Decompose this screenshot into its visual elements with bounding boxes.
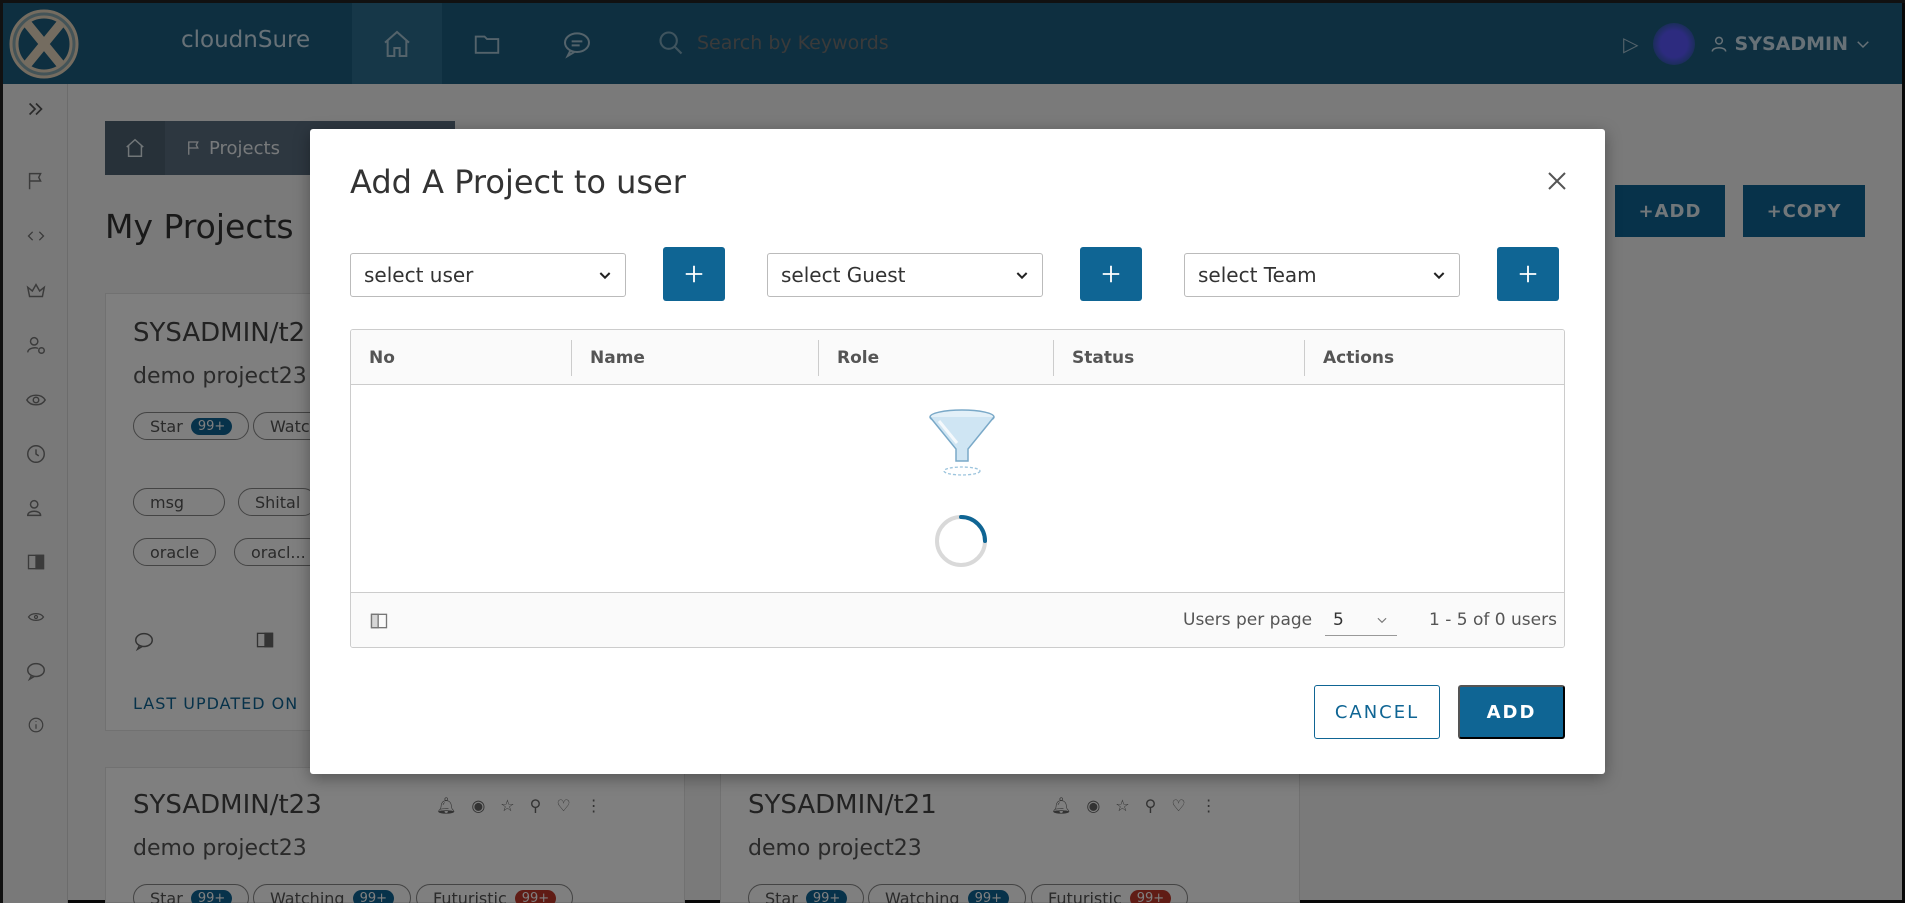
users-per-page-label: Users per page — [1183, 610, 1313, 630]
grid-body-empty — [351, 385, 1564, 593]
column-status[interactable]: Status — [1054, 330, 1304, 385]
grid-footer: Users per page 5 1 - 5 of 0 users — [351, 592, 1564, 647]
column-toggle-icon[interactable] — [369, 611, 389, 631]
pagination-info: 1 - 5 of 0 users — [1429, 610, 1557, 630]
add-button[interactable]: ADD — [1458, 685, 1565, 739]
select-team-value: select Team — [1198, 263, 1317, 287]
add-guest-button[interactable] — [1080, 247, 1142, 301]
add-project-modal: Add A Project to user select user select… — [310, 129, 1605, 774]
column-no[interactable]: No — [351, 330, 571, 385]
users-datagrid: No Name Role Status Actions Users per pa… — [350, 329, 1565, 648]
select-guest-value: select Guest — [781, 263, 906, 287]
filter-empty-icon — [929, 409, 995, 476]
column-actions[interactable]: Actions — [1305, 330, 1564, 385]
add-team-button[interactable] — [1497, 247, 1559, 301]
plus-icon — [685, 265, 703, 283]
close-icon[interactable] — [1545, 169, 1569, 193]
select-team-dropdown[interactable]: select Team — [1184, 253, 1460, 297]
column-role[interactable]: Role — [819, 330, 1053, 385]
cancel-button[interactable]: CANCEL — [1314, 685, 1440, 739]
select-user-value: select user — [364, 263, 474, 287]
modal-title: Add A Project to user — [350, 163, 686, 201]
add-user-button[interactable] — [663, 247, 725, 301]
select-guest-dropdown[interactable]: select Guest — [767, 253, 1043, 297]
users-per-page-select[interactable]: 5 — [1325, 604, 1397, 636]
chevron-down-icon — [1377, 617, 1387, 623]
column-name[interactable]: Name — [572, 330, 818, 385]
chevron-down-icon — [1433, 272, 1445, 280]
chevron-down-icon — [599, 272, 611, 280]
loading-spinner — [935, 515, 987, 567]
select-user-dropdown[interactable]: select user — [350, 253, 626, 297]
grid-header: No Name Role Status Actions — [351, 330, 1564, 385]
plus-icon — [1102, 265, 1120, 283]
chevron-down-icon — [1016, 272, 1028, 280]
per-page-value: 5 — [1333, 609, 1344, 630]
plus-icon — [1519, 265, 1537, 283]
